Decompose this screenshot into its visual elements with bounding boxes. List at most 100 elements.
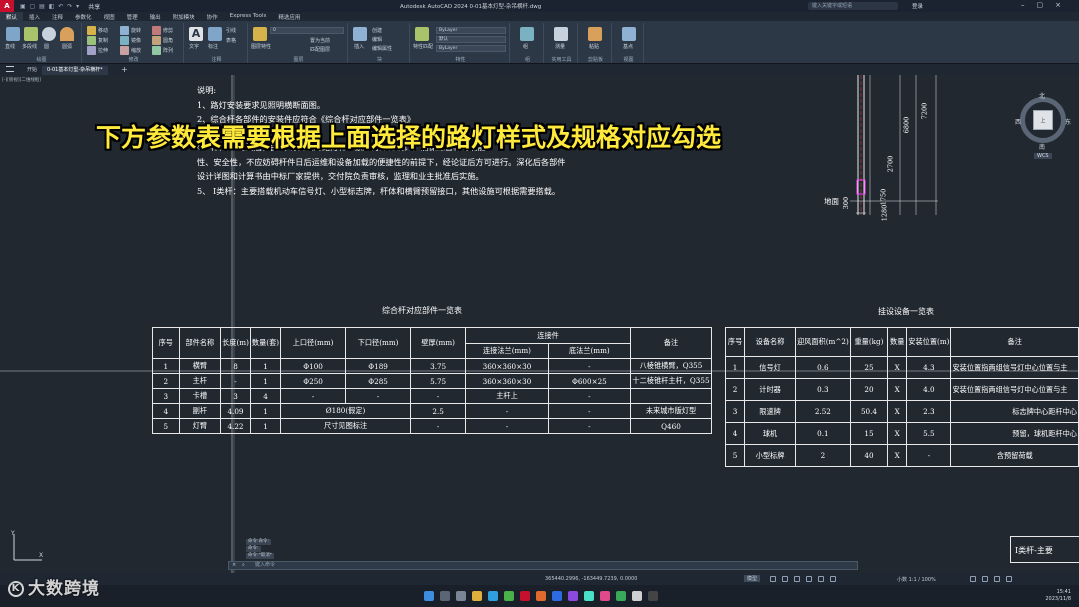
- compass-east[interactable]: 东: [1065, 117, 1071, 126]
- tab-current-drawing[interactable]: 0-01基本灯型-杂吊横杆*: [42, 66, 108, 75]
- arc-tool[interactable]: 圆弧: [62, 43, 72, 50]
- app-icon[interactable]: [536, 591, 546, 601]
- task-view-icon[interactable]: [456, 591, 466, 601]
- search-icon[interactable]: [440, 591, 450, 601]
- autocad-taskbar-icon[interactable]: [520, 591, 530, 601]
- model-space-toggle[interactable]: 模型: [744, 575, 761, 582]
- layer-properties-tool[interactable]: 图层特性: [251, 43, 271, 50]
- rotate-tool[interactable]: 旋转: [131, 27, 141, 34]
- search-icon[interactable]: ⌕: [242, 562, 245, 569]
- tab-start[interactable]: 开始: [22, 66, 42, 75]
- viewcube[interactable]: 上 北 南 西 东 WCS: [1015, 91, 1072, 163]
- customize-menu-icon[interactable]: [1006, 576, 1012, 582]
- command-line[interactable]: × ⌕ 键入命令: [228, 561, 858, 570]
- app-icon[interactable]: [568, 591, 578, 601]
- group-icon[interactable]: [520, 27, 534, 41]
- layer-dropdown[interactable]: 0: [270, 27, 344, 34]
- array-icon[interactable]: [152, 46, 161, 55]
- help-search-input[interactable]: 键入关键字或短语: [808, 2, 898, 10]
- tab-insert[interactable]: 插入: [23, 12, 46, 21]
- tab-featured-apps[interactable]: 精选应用: [272, 12, 306, 21]
- window-controls[interactable]: –▢×: [1021, 1, 1073, 9]
- dimension-icon[interactable]: [208, 27, 222, 41]
- insert-block-tool[interactable]: 插入: [354, 43, 364, 50]
- circle-icon[interactable]: [42, 27, 56, 41]
- close-icon[interactable]: ×: [232, 562, 236, 569]
- browser-icon[interactable]: [488, 591, 498, 601]
- osnap-icon[interactable]: [818, 576, 824, 582]
- fillet-icon[interactable]: [152, 36, 161, 45]
- annotation-scale[interactable]: 小数 1:1 / 100%: [897, 576, 936, 583]
- stretch-icon[interactable]: [87, 46, 96, 55]
- tab-collaborate[interactable]: 协作: [201, 12, 224, 21]
- share-button[interactable]: 共享: [88, 2, 100, 11]
- mirror-tool[interactable]: 镜像: [131, 37, 141, 44]
- group-tool[interactable]: 组: [523, 43, 528, 50]
- line-icon[interactable]: [6, 27, 20, 41]
- lineweight-dropdown[interactable]: 默认: [436, 36, 506, 43]
- move-icon[interactable]: [87, 26, 96, 35]
- move-tool[interactable]: 移动: [98, 27, 108, 34]
- match-properties-tool[interactable]: 特性匹配: [413, 43, 433, 50]
- stretch-tool[interactable]: 拉伸: [98, 47, 108, 54]
- paste-icon[interactable]: [588, 27, 602, 41]
- scale-tool[interactable]: 缩放: [131, 47, 141, 54]
- app-icon[interactable]: [648, 591, 658, 601]
- app-icon[interactable]: [616, 591, 626, 601]
- arc-icon[interactable]: [60, 27, 74, 41]
- linetype-dropdown[interactable]: ByLayer: [436, 45, 506, 52]
- color-dropdown[interactable]: ByLayer: [436, 27, 506, 34]
- tab-manage[interactable]: 管理: [121, 12, 144, 21]
- compass-south[interactable]: 南: [1039, 142, 1045, 151]
- dimension-tool[interactable]: 标注: [208, 43, 218, 50]
- wcs-menu[interactable]: WCS: [1034, 153, 1052, 159]
- new-tab-plus-icon[interactable]: +: [116, 66, 133, 75]
- copy-icon[interactable]: [87, 36, 96, 45]
- tab-annotate[interactable]: 注释: [46, 12, 69, 21]
- polyline-icon[interactable]: [24, 27, 38, 41]
- quick-access-toolbar[interactable]: ▣ ▢ ▤ ◧ ↶ ↷ ▾: [20, 3, 80, 10]
- base-point-icon[interactable]: [622, 27, 636, 41]
- tab-output[interactable]: 输出: [144, 12, 167, 21]
- drawing-canvas[interactable]: [-][俯视][二维线框] 说明: 1、路灯安装要求见照明横断面图。 2、综合杆…: [0, 75, 1079, 573]
- layer-properties-icon[interactable]: [253, 27, 267, 41]
- viewcube-top-face[interactable]: 上: [1033, 110, 1053, 130]
- polar-icon[interactable]: [806, 576, 812, 582]
- grid-icon[interactable]: [770, 576, 776, 582]
- table-tool[interactable]: 表格: [226, 37, 236, 44]
- workspace-gear-icon[interactable]: [970, 576, 976, 582]
- copy-tool[interactable]: 复制: [98, 37, 108, 44]
- autocad-logo-button[interactable]: A: [0, 0, 14, 12]
- fillet-tool[interactable]: 圆角: [163, 37, 173, 44]
- tab-view[interactable]: 视图: [98, 12, 121, 21]
- command-input[interactable]: 键入命令: [255, 562, 275, 569]
- wechat-icon[interactable]: [504, 591, 514, 601]
- trim-tool[interactable]: 修剪: [163, 27, 173, 34]
- start-menu-icon[interactable]: [424, 591, 434, 601]
- set-current-tool[interactable]: 置为当前: [310, 37, 330, 44]
- array-tool[interactable]: 阵列: [163, 47, 173, 54]
- insert-block-icon[interactable]: [353, 27, 367, 41]
- circle-tool[interactable]: 圆: [44, 43, 49, 50]
- match-properties-icon[interactable]: [415, 27, 429, 41]
- line-tool[interactable]: 直线: [5, 43, 15, 50]
- system-clock[interactable]: 15:41 2023/11/8: [1045, 589, 1071, 603]
- hamburger-menu-icon[interactable]: [6, 66, 14, 72]
- fullscreen-icon[interactable]: [994, 576, 1000, 582]
- file-explorer-icon[interactable]: [472, 591, 482, 601]
- text-tool[interactable]: 文字: [189, 43, 199, 50]
- measure-icon[interactable]: [554, 27, 568, 41]
- base-point-tool[interactable]: 基点: [623, 43, 633, 50]
- scale-icon[interactable]: [120, 46, 129, 55]
- edit-block-tool[interactable]: 编辑: [372, 36, 382, 43]
- sign-in-button[interactable]: 登录: [912, 2, 923, 10]
- trim-icon[interactable]: [152, 26, 161, 35]
- ortho-icon[interactable]: [794, 576, 800, 582]
- compass-north[interactable]: 北: [1039, 91, 1045, 100]
- tab-home[interactable]: 默认: [0, 12, 24, 21]
- mirror-icon[interactable]: [120, 36, 129, 45]
- isolate-icon[interactable]: [982, 576, 988, 582]
- match-layer-tool[interactable]: 匹配图层: [310, 46, 330, 53]
- polyline-tool[interactable]: 多段线: [22, 43, 37, 50]
- lineweight-icon[interactable]: [830, 576, 836, 582]
